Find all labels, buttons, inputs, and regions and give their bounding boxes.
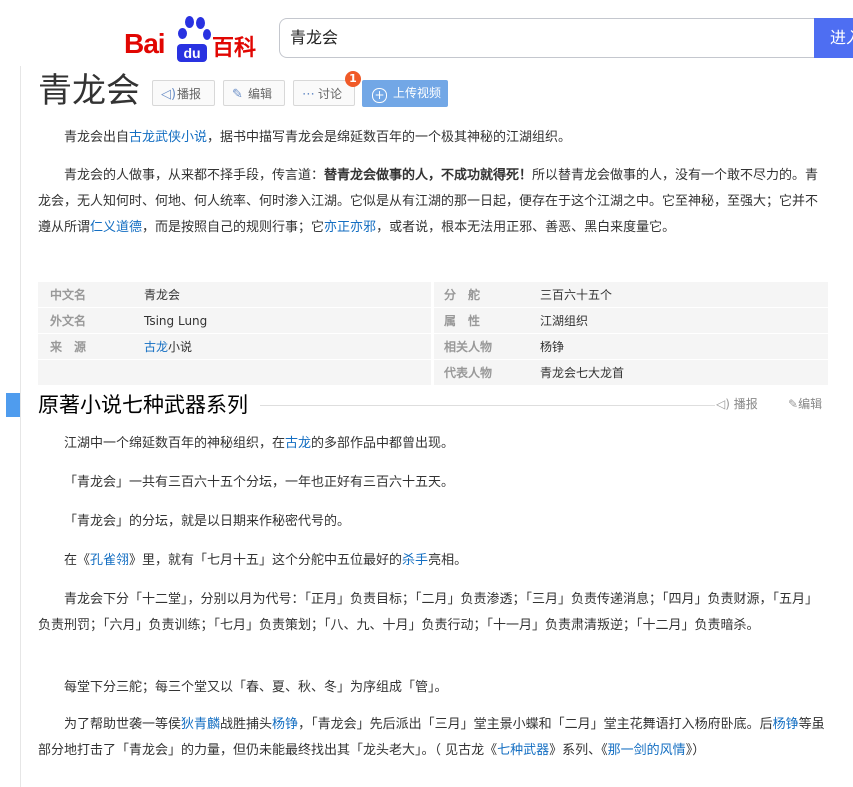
basic-info-table: 中文名 青龙会 分 舵 三百六十五个 外文名 Tsing Lung 属 性 江湖… <box>38 282 828 386</box>
page-title: 青龙会 <box>38 71 140 111</box>
left-divider <box>20 66 21 787</box>
link-yang-zheng[interactable]: 杨铮 <box>272 717 298 732</box>
logo-baike-text: 百科 <box>212 36 257 61</box>
link-kongqueling[interactable]: 孔雀翎 <box>90 553 129 568</box>
link-di-qinglin[interactable]: 狄青麟 <box>181 717 220 732</box>
info-value: 三百六十五个 <box>540 288 613 302</box>
speaker-icon: ◁) <box>161 87 177 102</box>
edit-button[interactable]: ✎ 编辑 <box>223 80 285 106</box>
link-yang-zheng[interactable]: 杨铮 <box>773 717 799 732</box>
chat-icon: ⋯ <box>302 87 315 102</box>
info-key: 相关人物 <box>444 340 493 354</box>
intro-paragraph-1: 青龙会出自古龙武侠小说，据书中描写青龙会是绵延数百年的一个极其神秘的江湖组织。 <box>64 130 572 145</box>
body-paragraph-5: 青龙会下分「十二堂」，分别以月为代号：「正月」负责目标；「二月」负责渗透；「三月… <box>38 592 819 633</box>
intro-paragraph-2: 青龙会的人做事，从来都不择手段，传言道：替青龙会做事的人，不成功就得死！所以替青… <box>38 168 819 235</box>
link-renyi-daode[interactable]: 仁义道德 <box>90 220 142 235</box>
link-na-yijian-de-fengqing[interactable]: 那一剑的风情 <box>608 743 686 758</box>
section-marker <box>6 393 20 417</box>
body-paragraph-1: 江湖中一个绵延数百年的神秘组织，在古龙的多部作品中都曾出现。 <box>64 436 455 451</box>
logo-du-text: du <box>177 44 207 62</box>
info-value: 青龙会七大龙首 <box>540 366 625 380</box>
enter-button[interactable]: 进入 <box>814 18 853 58</box>
speaker-icon: ◁) <box>716 397 730 411</box>
link-yang-zheng[interactable]: 杨铮 <box>540 334 564 360</box>
search-input[interactable]: 青龙会 <box>279 18 814 58</box>
section-title: 原著小说七种武器系列 <box>38 393 248 417</box>
link-gulong[interactable]: 古龙 <box>144 340 168 354</box>
discuss-count-badge: 1 <box>345 71 361 87</box>
body-paragraph-4: 在《孔雀翎》里，就有「七月十五」这个分舵中五位最好的杀手亮相。 <box>64 553 468 568</box>
link-yizheng-yixie[interactable]: 亦正亦邪 <box>324 220 376 235</box>
section-edit-button[interactable]: ✎编辑 <box>788 396 822 412</box>
body-paragraph-6: 每堂下分三舵；每三个堂又以「春、夏、秋、冬」为序组成「管」。 <box>64 680 448 695</box>
info-value: 江湖组织 <box>540 314 589 328</box>
logo-bai-text: Bai <box>124 28 166 59</box>
body-paragraph-7: 为了帮助世袭一等侯狄青麟战胜捕头杨铮，「青龙会」先后派出「三月」堂主景小蝶和「二… <box>38 717 825 758</box>
info-key: 中文名 <box>50 288 87 302</box>
info-key: 属 性 <box>444 314 481 328</box>
link-gulong[interactable]: 古龙 <box>285 436 311 451</box>
listen-button[interactable]: ◁)播报 <box>152 80 215 106</box>
info-key: 分 舵 <box>444 288 481 302</box>
baidu-baike-logo[interactable]: Bai du 百科 <box>124 12 264 62</box>
info-key: 外文名 <box>50 314 87 328</box>
upload-video-button[interactable]: + 上传视频 <box>362 80 448 107</box>
plus-icon: + <box>372 88 387 103</box>
info-key: 来 源 <box>50 340 87 354</box>
link-gulong-novel[interactable]: 古龙武侠小说 <box>129 130 207 145</box>
link-shashou[interactable]: 杀手 <box>402 553 428 568</box>
section-listen-button[interactable]: ◁) 播报 <box>716 396 758 412</box>
link-qizhong-wuqi[interactable]: 七种武器 <box>497 743 549 758</box>
top-bar: Bai du 百科 青龙会 进入 <box>0 0 853 66</box>
info-value: Tsing Lung <box>144 314 208 328</box>
pencil-icon: ✎ <box>788 397 799 411</box>
info-value: 青龙会 <box>144 288 181 302</box>
section-divider <box>260 405 715 406</box>
pencil-icon: ✎ <box>232 87 243 102</box>
body-paragraph-3: 「青龙会」的分坛，就是以日期来作秘密代号的。 <box>64 514 351 529</box>
paw-icon: du <box>174 16 211 62</box>
info-key: 代表人物 <box>444 366 493 380</box>
body-paragraph-2: 「青龙会」一共有三百六十五个分坛，一年也正好有三百六十五天。 <box>64 475 455 490</box>
info-value: 古龙小说 <box>144 340 193 354</box>
